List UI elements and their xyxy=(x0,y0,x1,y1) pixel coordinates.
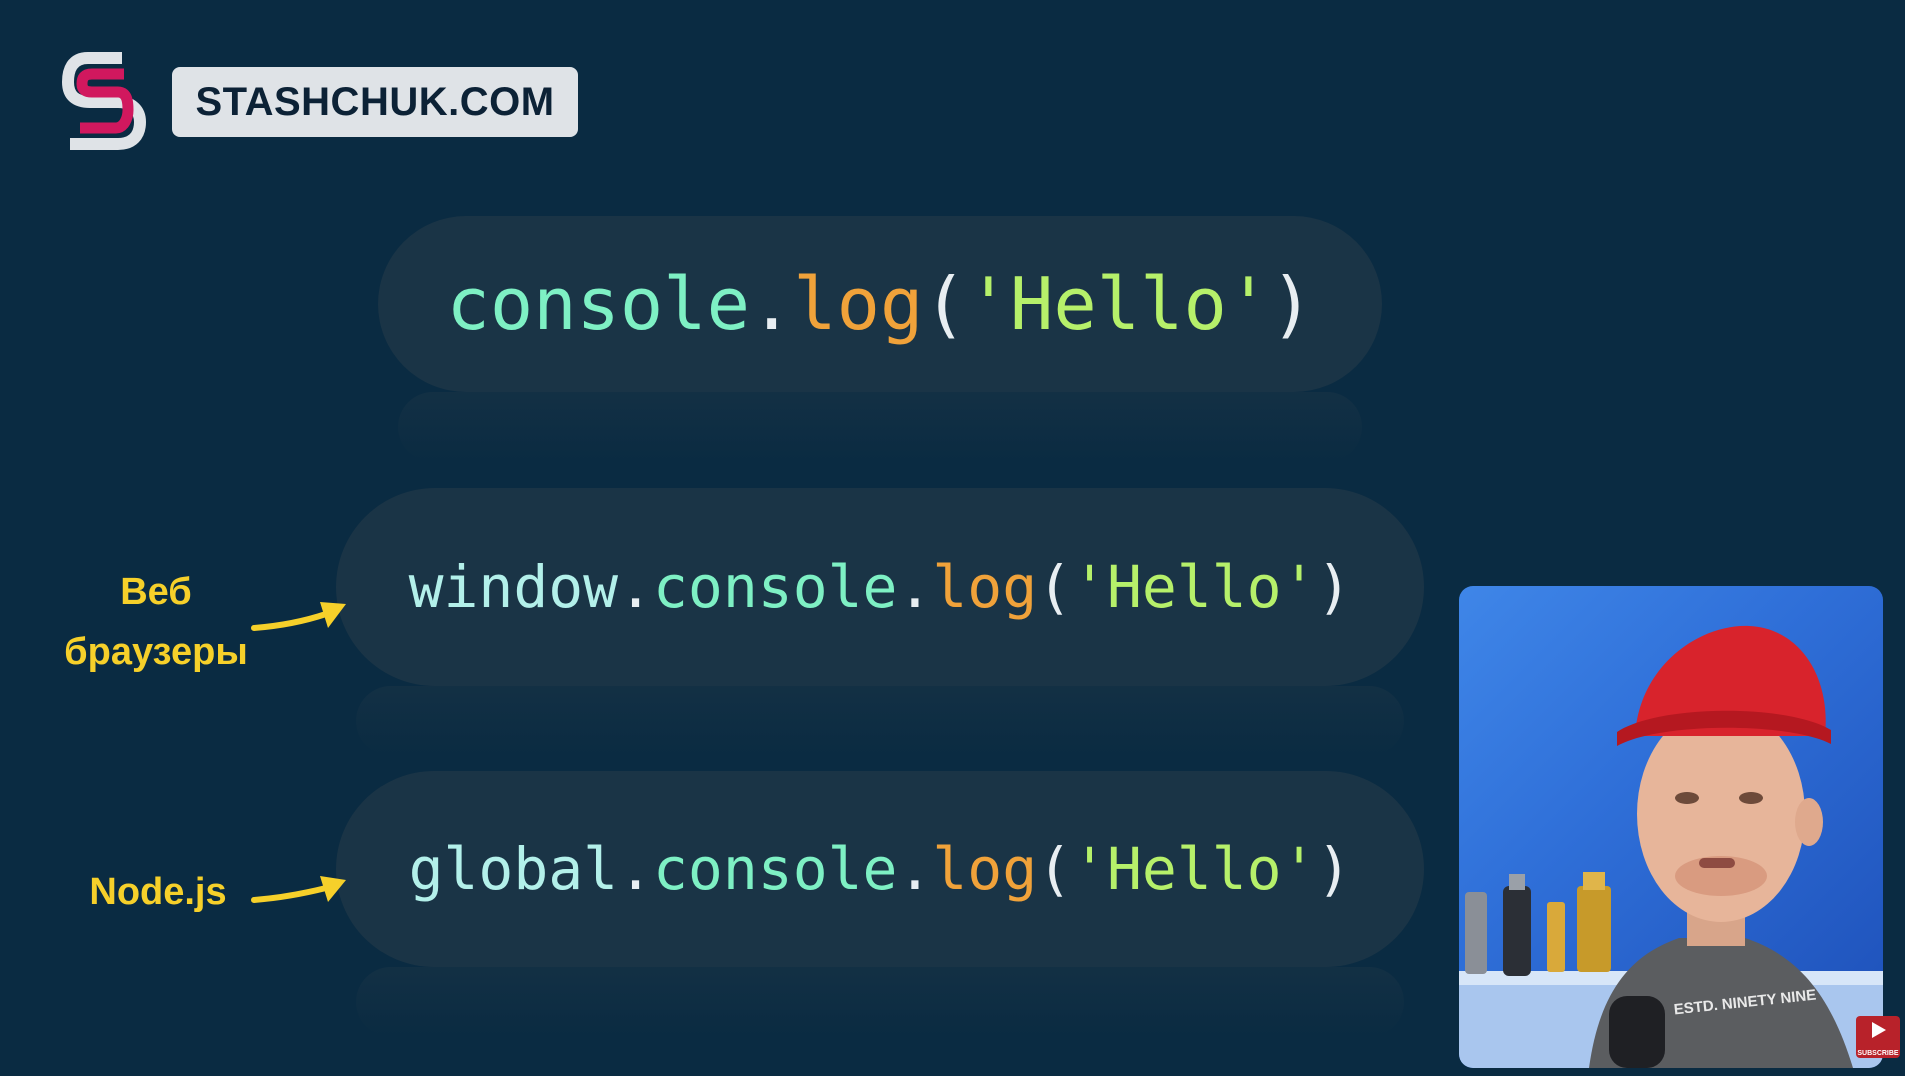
token-window: window xyxy=(408,553,619,621)
arrow-right-icon xyxy=(251,602,346,631)
annotation-web-browsers: Веб браузеры xyxy=(58,562,254,682)
token-global: global xyxy=(408,835,619,903)
pill-reflection xyxy=(356,967,1404,1037)
token-dot: . xyxy=(897,553,933,621)
token-dot: . xyxy=(749,262,794,346)
token-console: console xyxy=(653,553,898,621)
token-close-paren: ) xyxy=(1316,835,1352,903)
play-icon xyxy=(1872,1022,1886,1038)
logo-icon xyxy=(62,52,146,150)
pill-reflection xyxy=(398,392,1362,462)
code-line-console-log: console. log('Hello') xyxy=(378,216,1382,392)
arrow-right-icon xyxy=(251,876,346,903)
annotation-nodejs: Node.js xyxy=(89,871,227,913)
token-close-paren: ) xyxy=(1270,262,1314,346)
token-string: 'Hello' xyxy=(1072,835,1317,903)
token-log: log xyxy=(932,553,1038,621)
code-line-global-console-log: global. console. log('Hello') xyxy=(336,771,1424,967)
annotation-web-browsers-line1: Веб xyxy=(120,571,192,613)
token-dot: . xyxy=(897,835,933,903)
token-string: 'Hello' xyxy=(966,262,1271,346)
code-line-window-console-log: window. console. log('Hello') xyxy=(336,488,1424,686)
token-console: console xyxy=(446,262,750,346)
token-dot: . xyxy=(618,835,654,903)
token-dot: . xyxy=(618,553,654,621)
subscribe-label: SUBSCRIBE xyxy=(1857,1050,1899,1057)
site-name: STASHCHUK.COM xyxy=(195,79,555,124)
annotation-web-browsers-line2: браузеры xyxy=(64,631,248,673)
pill-reflection xyxy=(356,686,1404,756)
token-open-paren: ( xyxy=(1037,553,1073,621)
token-console: console xyxy=(653,835,898,903)
token-open-paren: ( xyxy=(923,262,967,346)
token-open-paren: ( xyxy=(1037,835,1073,903)
subscribe-button[interactable]: SUBSCRIBE xyxy=(1856,1016,1900,1058)
token-log: log xyxy=(793,262,924,346)
token-log: log xyxy=(932,835,1038,903)
token-string: 'Hello' xyxy=(1072,553,1317,621)
presenter-webcam: ESTD. NINETY NINE xyxy=(1459,586,1883,1068)
site-brand-badge: STASHCHUK.COM xyxy=(172,67,578,137)
token-close-paren: ) xyxy=(1316,553,1352,621)
